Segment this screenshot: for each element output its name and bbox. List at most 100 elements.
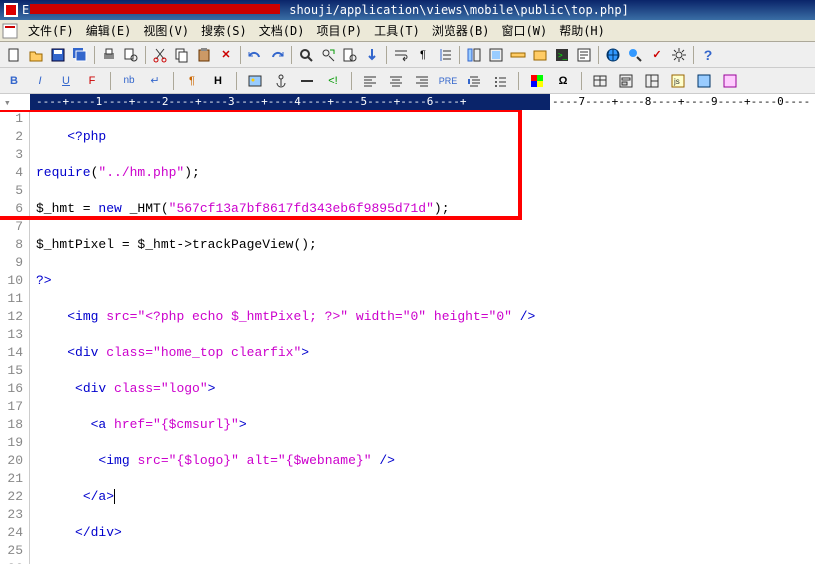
code-token: /> [372, 453, 395, 468]
object-button[interactable] [694, 71, 714, 91]
style-button[interactable] [720, 71, 740, 91]
para-button[interactable]: ¶ [182, 71, 202, 91]
code-content[interactable]: <?php require("../hm.php"); $_hmt = new … [30, 110, 815, 564]
line-number: 5 [0, 182, 23, 200]
redo-button[interactable] [267, 45, 287, 65]
menu-bar: 文件(F) 编辑(E) 视图(V) 搜索(S) 文档(D) 项目(P) 工具(T… [0, 20, 815, 42]
code-token: /> [512, 309, 535, 324]
separator [581, 72, 582, 90]
separator [386, 46, 387, 64]
configure-button[interactable] [669, 45, 689, 65]
delete-button[interactable]: ✕ [216, 45, 236, 65]
app-icon [4, 3, 18, 17]
code-token: "<?php echo $_hmtPixel; ?>" [137, 309, 348, 324]
browser-button[interactable] [603, 45, 623, 65]
code-token: "{$webname}" [278, 453, 372, 468]
code-token: <img [98, 453, 137, 468]
cut-button[interactable] [150, 45, 170, 65]
menu-tools[interactable]: 工具(T) [368, 20, 426, 41]
form-button[interactable] [616, 71, 636, 91]
code-token: </div> [75, 525, 122, 540]
code-token: "0" [403, 309, 426, 324]
comment-button[interactable]: <! [323, 71, 343, 91]
italic-button[interactable]: I [30, 71, 50, 91]
ruler-scale: ----+----1----+----2----+----3----+----4… [36, 95, 466, 108]
help-button[interactable]: ? [698, 45, 718, 65]
replace-button[interactable] [318, 45, 338, 65]
code-token: </a> [83, 489, 114, 504]
undo-button[interactable] [245, 45, 265, 65]
svg-text:js: js [673, 77, 680, 86]
table-button[interactable] [590, 71, 610, 91]
code-token: > [301, 345, 309, 360]
font-button[interactable]: F [82, 71, 102, 91]
underline-button[interactable]: U [56, 71, 76, 91]
toolbar-main: ✕ ¶ >_ ✓ ? [0, 42, 815, 68]
align-left-button[interactable] [360, 71, 380, 91]
directory-button[interactable] [530, 45, 550, 65]
print-button[interactable] [99, 45, 119, 65]
line-number: 16 [0, 380, 23, 398]
print-preview-button[interactable] [121, 45, 141, 65]
align-center-button[interactable] [386, 71, 406, 91]
frame-button[interactable] [642, 71, 662, 91]
code-token: $_hmt = [36, 201, 98, 216]
spell-check-button[interactable]: ✓ [647, 45, 667, 65]
wordwrap-button[interactable] [391, 45, 411, 65]
code-token: href= [114, 417, 153, 432]
bold-button[interactable]: B [4, 71, 24, 91]
hr-button[interactable] [297, 71, 317, 91]
menu-document[interactable]: 文档(D) [253, 20, 311, 41]
fullscreen-button[interactable] [486, 45, 506, 65]
color-button[interactable] [527, 71, 547, 91]
script-button[interactable]: js [668, 71, 688, 91]
show-marks-button[interactable]: ¶ [413, 45, 433, 65]
menu-file[interactable]: 文件(F) [22, 20, 80, 41]
find-button[interactable] [296, 45, 316, 65]
anchor-button[interactable] [271, 71, 291, 91]
line-number: 21 [0, 470, 23, 488]
show-indent-button[interactable] [435, 45, 455, 65]
column-button[interactable] [464, 45, 484, 65]
line-number: 12 [0, 308, 23, 326]
line-number: 26 [0, 560, 23, 564]
ruler-corner: ▾ [4, 96, 11, 109]
menu-project[interactable]: 项目(P) [310, 20, 368, 41]
menu-help[interactable]: 帮助(H) [553, 20, 611, 41]
line-number: 25 [0, 542, 23, 560]
new-file-button[interactable] [4, 45, 24, 65]
heading-button[interactable]: H [208, 71, 228, 91]
open-file-button[interactable] [26, 45, 46, 65]
save-all-button[interactable] [70, 45, 90, 65]
output-button[interactable]: >_ [552, 45, 572, 65]
menu-edit[interactable]: 编辑(E) [80, 20, 138, 41]
menu-view[interactable]: 视图(V) [137, 20, 195, 41]
br-button[interactable]: ↵ [145, 71, 165, 91]
list-button[interactable] [490, 71, 510, 91]
copy-button[interactable] [172, 45, 192, 65]
blockquote-button[interactable] [464, 71, 484, 91]
separator [693, 46, 694, 64]
menu-search[interactable]: 搜索(S) [195, 20, 253, 41]
image-button[interactable] [245, 71, 265, 91]
app-menu-icon[interactable] [2, 23, 18, 39]
pre-button[interactable]: PRE [438, 71, 458, 91]
browser-config-button[interactable] [625, 45, 645, 65]
code-token: "{$cmsurl}" [153, 417, 239, 432]
menu-window[interactable]: 窗口(W) [496, 20, 554, 41]
editor-area[interactable]: 1 2 3 4 5 6 7 8 9 10 11 12 13 14 15 16 1… [0, 110, 815, 564]
goto-button[interactable] [362, 45, 382, 65]
title-bar: E shouji/application\views\mobile\public… [0, 0, 815, 20]
menu-browser[interactable]: 浏览器(B) [426, 20, 496, 41]
line-number: 15 [0, 362, 23, 380]
code-token: <div [67, 345, 106, 360]
paste-button[interactable] [194, 45, 214, 65]
save-button[interactable] [48, 45, 68, 65]
separator [518, 72, 519, 90]
ruler-button[interactable] [508, 45, 528, 65]
nbsp-button[interactable]: nb [119, 71, 139, 91]
char-button[interactable]: Ω [553, 71, 573, 91]
cliptext-button[interactable] [574, 45, 594, 65]
find-in-files-button[interactable] [340, 45, 360, 65]
align-right-button[interactable] [412, 71, 432, 91]
